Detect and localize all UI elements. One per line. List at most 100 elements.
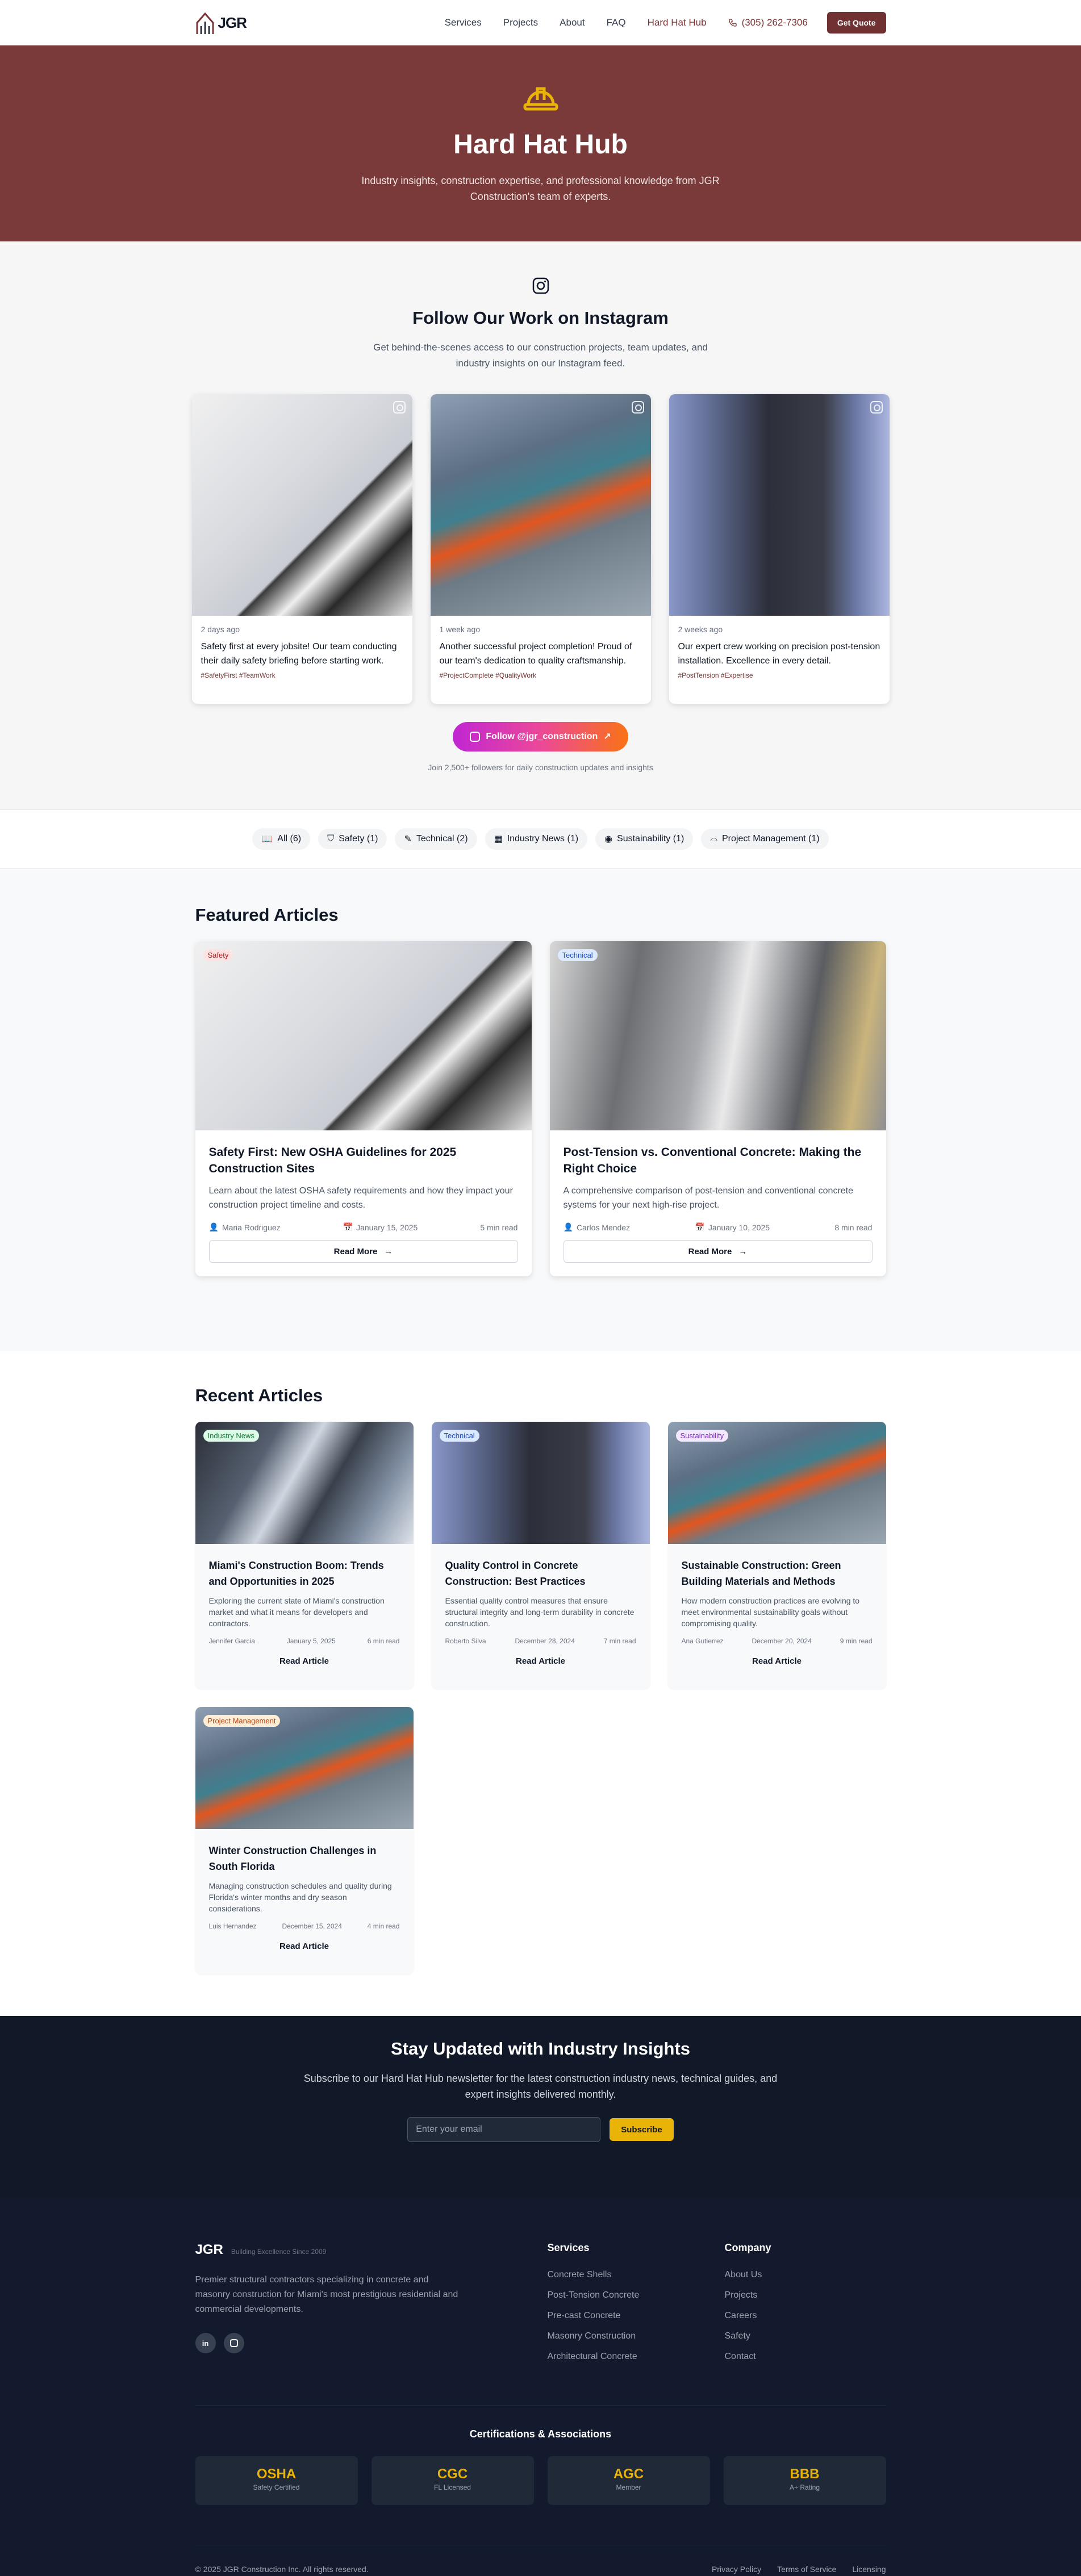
filter-industry-news[interactable]: ▦ Industry News (1)	[485, 828, 588, 850]
newsletter-section: Stay Updated with Industry Insights Subs…	[0, 2016, 1081, 2198]
post-tags: #PostTension #Expertise	[678, 671, 753, 679]
footer-link-concrete-shells[interactable]: Concrete Shells	[548, 2270, 725, 2280]
featured-article-card[interactable]: Technical Post-Tension vs. Conventional …	[549, 941, 886, 1276]
arrow-right-icon: →	[384, 1246, 393, 1256]
instagram-icon[interactable]	[223, 2333, 244, 2353]
instagram-post[interactable]: 2 days ago Safety first at every jobsite…	[191, 394, 412, 704]
subscribe-button[interactable]: Subscribe	[610, 2118, 674, 2141]
filter-all[interactable]: 📖 All (6)	[252, 828, 311, 850]
article-excerpt: Exploring the current state of Miami's c…	[208, 1596, 385, 1628]
external-link-icon: ↗	[603, 732, 611, 742]
filter-label: Industry News (1)	[507, 834, 579, 844]
shield-icon: ⛉	[327, 834, 335, 844]
nav-about[interactable]: About	[560, 17, 585, 28]
nav-projects[interactable]: Projects	[503, 17, 538, 28]
article-title[interactable]: Safety First: New OSHA Guidelines for 20…	[209, 1144, 518, 1177]
article-title[interactable]: Quality Control in Concrete Construction…	[445, 1558, 636, 1589]
footer-link-careers[interactable]: Careers	[725, 2311, 886, 2321]
filter-project-management[interactable]: ⌓ Project Management (1)	[701, 829, 829, 849]
footer-link-about[interactable]: About Us	[725, 2270, 886, 2280]
article-image: Industry News	[195, 1422, 414, 1544]
main-nav: Services Projects About FAQ Hard Hat Hub…	[423, 12, 886, 34]
footer-link-masonry[interactable]: Masonry Construction	[548, 2331, 725, 2341]
article-meta: Jennifer Garcia January 5, 2025 6 min re…	[209, 1637, 400, 1645]
post-image	[430, 394, 651, 616]
article-title[interactable]: Miami's Construction Boom: Trends and Op…	[209, 1558, 400, 1589]
instagram-section: Follow Our Work on Instagram Get behind-…	[0, 241, 1081, 809]
article-read-time: 6 min read	[367, 1637, 400, 1645]
user-icon: 👤	[208, 1222, 219, 1231]
instagram-post[interactable]: 1 week ago Another successful project co…	[430, 394, 651, 704]
read-article-button[interactable]: Read Article	[209, 1942, 400, 1951]
globe-icon: ◉	[604, 834, 613, 844]
article-read-time: 4 min read	[367, 1922, 400, 1930]
footer-logo[interactable]: JGR	[195, 2242, 223, 2258]
cert-name: AGC	[613, 2466, 644, 2482]
article-author: Jennifer Garcia	[208, 1637, 255, 1645]
filter-safety[interactable]: ⛉ Safety (1)	[318, 829, 387, 849]
footer-link-projects[interactable]: Projects	[725, 2290, 886, 2301]
filter-sustainability[interactable]: ◉ Sustainability (1)	[595, 828, 694, 850]
footer-link-architectural[interactable]: Architectural Concrete	[548, 2352, 725, 2362]
post-image	[191, 394, 412, 616]
licensing-link[interactable]: Licensing	[852, 2565, 886, 2574]
cert-name: CGC	[437, 2466, 468, 2482]
read-article-button[interactable]: Read Article	[445, 1656, 636, 1666]
article-card[interactable]: Technical Quality Control in Concrete Co…	[431, 1422, 650, 1689]
phone-icon	[728, 19, 737, 27]
email-input[interactable]	[407, 2117, 601, 2142]
read-article-button[interactable]: Read Article	[209, 1656, 400, 1666]
footer-link-contact[interactable]: Contact	[725, 2352, 886, 2362]
get-quote-button[interactable]: Get Quote	[827, 12, 886, 34]
article-date: January 5, 2025	[286, 1637, 336, 1645]
filter-label: Technical (2)	[416, 834, 468, 844]
footer-link-post-tension[interactable]: Post-Tension Concrete	[548, 2290, 725, 2301]
article-date: December 28, 2024	[515, 1637, 575, 1645]
newsletter-title: Stay Updated with Industry Insights	[390, 2039, 691, 2059]
instagram-icon	[870, 401, 883, 414]
article-author: Carlos Mendez	[576, 1222, 631, 1232]
article-card[interactable]: Industry News Miami's Construction Boom:…	[195, 1422, 414, 1689]
article-title[interactable]: Post-Tension vs. Conventional Concrete: …	[564, 1144, 873, 1177]
category-badge: Sustainability	[675, 1430, 729, 1442]
calendar-icon: 📅	[695, 1222, 705, 1231]
footer-link-pre-cast[interactable]: Pre-cast Concrete	[548, 2311, 725, 2321]
instagram-icon	[532, 277, 549, 294]
article-title[interactable]: Winter Construction Challenges in South …	[209, 1843, 400, 1874]
privacy-policy-link[interactable]: Privacy Policy	[712, 2565, 761, 2574]
article-image: Sustainability	[667, 1422, 886, 1544]
instagram-post[interactable]: 2 weeks ago Our expert crew working on p…	[669, 394, 890, 704]
article-meta: Roberto Silva December 28, 2024 7 min re…	[445, 1637, 636, 1645]
linkedin-icon[interactable]: in	[195, 2333, 216, 2353]
featured-article-card[interactable]: Safety Safety First: New OSHA Guidelines…	[195, 941, 532, 1276]
footer-about: Premier structural contractors specializ…	[195, 2275, 458, 2314]
filter-label: Project Management (1)	[721, 834, 820, 844]
article-title[interactable]: Sustainable Construction: Green Building…	[682, 1558, 873, 1589]
footer-link-safety[interactable]: Safety	[725, 2331, 886, 2341]
read-article-button[interactable]: Read Article	[682, 1656, 873, 1666]
article-date: December 15, 2024	[282, 1922, 342, 1930]
nav-hard-hat-hub[interactable]: Hard Hat Hub	[648, 17, 707, 28]
category-badge: Project Management	[203, 1715, 281, 1727]
featured-articles: Featured Articles Safety Safety First: N…	[0, 869, 1081, 1351]
cert-desc: Safety Certified	[253, 2483, 300, 2491]
article-date: January 10, 2025	[708, 1222, 770, 1232]
follow-instagram-button[interactable]: Follow @jgr_construction ↗	[453, 722, 628, 751]
cert-name: BBB	[790, 2466, 820, 2482]
read-more-button[interactable]: Read More →	[563, 1240, 873, 1263]
nav-services[interactable]: Services	[445, 17, 482, 28]
footer-bottom: © 2025 JGR Construction Inc. All rights …	[195, 2545, 886, 2574]
article-excerpt: Essential quality control measures that …	[445, 1596, 635, 1628]
article-date: December 20, 2024	[752, 1637, 812, 1645]
phone-link[interactable]: (305) 262-7306	[728, 17, 808, 28]
instagram-icon	[470, 732, 481, 742]
post-time: 2 days ago	[201, 625, 240, 634]
terms-link[interactable]: Terms of Service	[777, 2565, 836, 2574]
nav-faq[interactable]: FAQ	[607, 17, 626, 28]
category-filters: 📖 All (6) ⛉ Safety (1) ✎ Technical (2) ▦ Ind…	[0, 809, 1081, 869]
read-more-button[interactable]: Read More →	[208, 1240, 518, 1263]
logo[interactable]: JGR	[195, 10, 247, 35]
article-card[interactable]: Project Management Winter Construction C…	[195, 1707, 414, 1974]
article-card[interactable]: Sustainability Sustainable Construction:…	[667, 1422, 886, 1689]
filter-technical[interactable]: ✎ Technical (2)	[395, 828, 477, 850]
